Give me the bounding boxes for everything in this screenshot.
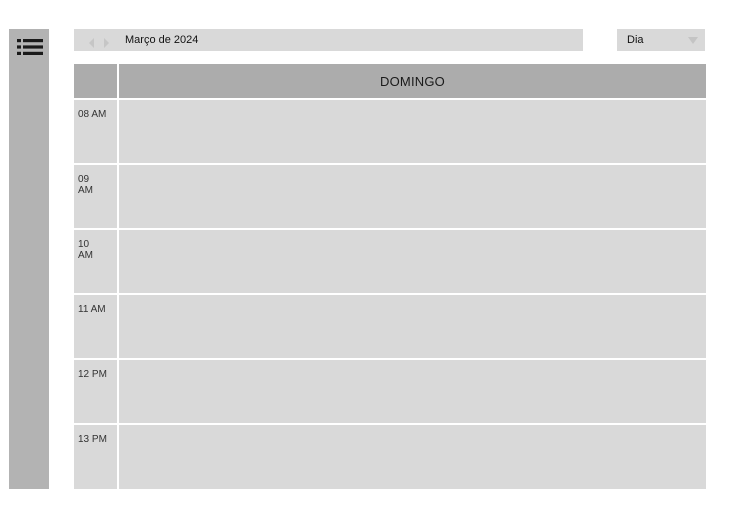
day-column-header: DOMINGO (119, 64, 706, 98)
hour-label: 09 AM (74, 165, 117, 228)
calendar-corner-cell (74, 64, 117, 98)
view-selected-value: Dia (627, 34, 644, 46)
hour-rows: 08 AM 09 AM 10 AM 11 AM 12 PM 13 PM (74, 100, 706, 489)
time-slot[interactable] (119, 360, 706, 423)
time-slot[interactable] (119, 425, 706, 489)
hour-label: 12 PM (74, 360, 117, 423)
time-slot[interactable] (119, 100, 706, 163)
hour-label: 10 AM (74, 230, 117, 293)
previous-button[interactable] (88, 35, 96, 48)
menu-button[interactable] (17, 39, 43, 55)
caret-down-icon (688, 37, 698, 44)
hour-label: 08 AM (74, 100, 117, 163)
sidebar (9, 29, 49, 489)
day-name: DOMINGO (380, 73, 445, 89)
time-slot[interactable] (119, 230, 706, 293)
hour-row: 09 AM (74, 165, 706, 228)
chevron-right-icon (104, 38, 109, 48)
hour-label: 13 PM (74, 425, 117, 489)
day-calendar: DOMINGO 08 AM 09 AM 10 AM 11 AM 12 PM 13… (74, 64, 706, 489)
list-menu-icon (17, 39, 43, 55)
hour-row: 12 PM (74, 360, 706, 423)
view-select[interactable]: Dia (617, 29, 705, 51)
next-button[interactable] (102, 35, 110, 48)
current-month-label: Março de 2024 (125, 34, 199, 46)
hour-label: 11 AM (74, 295, 117, 358)
time-slot[interactable] (119, 165, 706, 228)
hour-row: 10 AM (74, 230, 706, 293)
hour-row: 13 PM (74, 425, 706, 489)
time-slot[interactable] (119, 295, 706, 358)
date-navigation-bar: Março de 2024 (74, 29, 583, 51)
hour-row: 08 AM (74, 100, 706, 163)
chevron-left-icon (89, 38, 94, 48)
hour-row: 11 AM (74, 295, 706, 358)
